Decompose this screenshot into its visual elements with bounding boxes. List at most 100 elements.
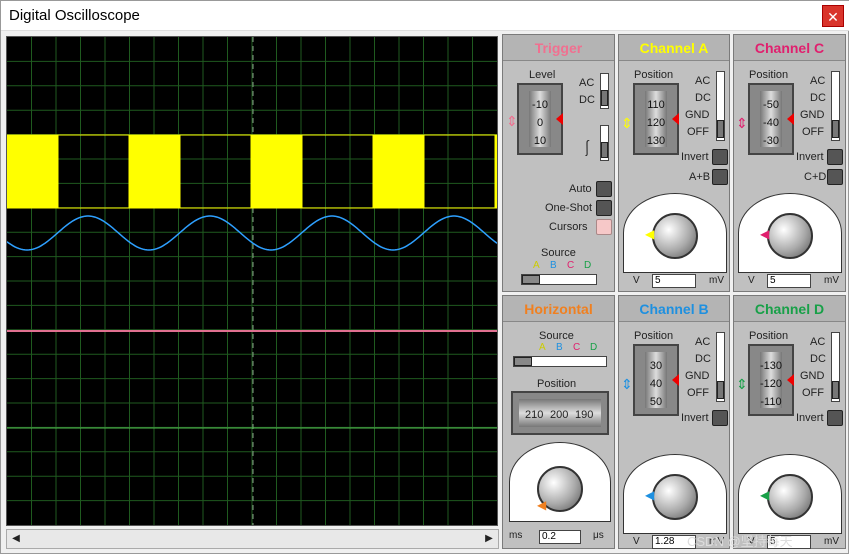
channel-b-invert-button[interactable] bbox=[712, 410, 728, 426]
horizontal-source-slider[interactable] bbox=[513, 356, 607, 367]
channel-b-marker-icon bbox=[672, 374, 679, 386]
hpos-tick: 210 bbox=[525, 409, 544, 421]
channel-a-coupling-switch[interactable] bbox=[716, 71, 725, 141]
channel-a-pos-tick: 110 bbox=[647, 99, 665, 111]
scope-grid bbox=[7, 37, 497, 525]
channel-c-combine-button[interactable] bbox=[827, 169, 843, 185]
level-tick: 10 bbox=[533, 135, 547, 147]
channel-a-header: Channel A bbox=[619, 35, 729, 61]
cursors-label: Cursors bbox=[549, 221, 588, 233]
one-shot-button[interactable] bbox=[596, 200, 612, 216]
trigger-edge-switch[interactable] bbox=[600, 125, 609, 161]
timebase-right-unit: μs bbox=[593, 530, 604, 541]
trigger-source-slider[interactable] bbox=[521, 274, 597, 285]
channel-a-position-drum[interactable]: 110 120 130 bbox=[633, 83, 679, 155]
channel-c-marker-icon bbox=[787, 113, 794, 125]
trigger-header: Trigger bbox=[503, 35, 614, 61]
channel-b-offset-arrow-icon: ⇕ bbox=[621, 376, 633, 392]
channel-b-pos-tick: 40 bbox=[649, 378, 663, 390]
channel-c-header: Channel C bbox=[734, 35, 845, 61]
channel-a-panel: Channel A Position 110 120 130 ⇕ AC DC G… bbox=[618, 34, 730, 292]
square-pulse bbox=[494, 134, 497, 209]
cursors-button[interactable] bbox=[596, 219, 612, 235]
channel-d-invert-label: Invert bbox=[796, 412, 824, 424]
hsource-b-label: B bbox=[556, 342, 563, 353]
channel-a-volts-knob[interactable] bbox=[652, 213, 698, 259]
channel-a-dc-label: DC bbox=[695, 92, 711, 104]
channel-b-coupling-switch[interactable] bbox=[716, 332, 725, 402]
hsource-d-label: D bbox=[590, 342, 598, 353]
window-title: Digital Oscilloscope bbox=[9, 7, 140, 24]
channel-d-pos-tick: -120 bbox=[760, 378, 783, 390]
channel-c-gnd-label: GND bbox=[800, 109, 825, 121]
channel-d-position-drum[interactable]: -130 -120 -110 bbox=[748, 344, 794, 416]
channel-a-combine-button[interactable] bbox=[712, 169, 728, 185]
source-a-label: A bbox=[533, 260, 540, 271]
channel-d-coupling-switch[interactable] bbox=[831, 332, 840, 402]
level-label: Level bbox=[529, 69, 556, 81]
channel-b-position-drum[interactable]: 30 40 50 bbox=[633, 344, 679, 416]
trigger-source-label: Source bbox=[541, 247, 576, 259]
channel-b-off-label: OFF bbox=[687, 387, 709, 399]
channel-d-panel: Channel D Position -130 -120 -110 ⇕ AC D… bbox=[733, 295, 846, 549]
auto-label: Auto bbox=[569, 183, 592, 195]
channel-d-position-label: Position bbox=[749, 330, 789, 342]
level-tick: 0 bbox=[536, 117, 544, 129]
channel-c-volts-knob[interactable] bbox=[767, 213, 813, 259]
close-button[interactable]: ✕ bbox=[822, 5, 844, 27]
channel-d-knob-pointer-icon: ◀ bbox=[760, 488, 770, 502]
channel-a-left-unit: V bbox=[633, 275, 640, 286]
horizontal-source-label: Source bbox=[539, 330, 574, 342]
channel-d-volts-knob[interactable] bbox=[767, 474, 813, 520]
channel-d-invert-button[interactable] bbox=[827, 410, 843, 426]
channel-c-pos-tick: -30 bbox=[763, 135, 779, 147]
square-pulse bbox=[128, 134, 181, 209]
channel-c-pos-tick: -40 bbox=[763, 117, 779, 129]
channel-c-offset-arrow-icon: ⇕ bbox=[736, 115, 748, 131]
channel-b-volts-knob[interactable] bbox=[652, 474, 698, 520]
channel-a-combine-label: A+B bbox=[689, 171, 711, 183]
channel-c-value-field[interactable]: 5 bbox=[767, 274, 811, 288]
channel-c-invert-button[interactable] bbox=[827, 149, 843, 165]
channel-b-dc-label: DC bbox=[695, 353, 711, 365]
level-tick: -10 bbox=[532, 99, 548, 111]
title-bar: Digital Oscilloscope ✕ bbox=[1, 1, 849, 31]
channel-c-panel: Channel C Position -50 -40 -30 ⇕ AC DC G… bbox=[733, 34, 846, 292]
scroll-left-icon[interactable]: ◀ bbox=[9, 532, 23, 546]
trigger-coupling-switch[interactable] bbox=[600, 73, 609, 109]
scroll-right-icon[interactable]: ▶ bbox=[482, 532, 496, 546]
channel-c-pos-tick: -50 bbox=[763, 99, 779, 111]
channel-c-off-label: OFF bbox=[802, 126, 824, 138]
channel-a-off-label: OFF bbox=[687, 126, 709, 138]
channel-c-position-drum[interactable]: -50 -40 -30 bbox=[748, 83, 794, 155]
level-drum[interactable]: -10 0 10 bbox=[517, 83, 563, 155]
horizontal-position-drum[interactable]: 210 200 190 bbox=[511, 391, 609, 435]
channel-c-knob-pointer-icon: ◀ bbox=[760, 227, 770, 241]
channel-a-invert-button[interactable] bbox=[712, 149, 728, 165]
auto-button[interactable] bbox=[596, 181, 612, 197]
channel-b-panel: Channel B Position 30 40 50 ⇕ AC DC GND … bbox=[618, 295, 730, 549]
level-marker-icon bbox=[556, 113, 563, 125]
channel-b-pos-tick: 30 bbox=[649, 360, 663, 372]
channel-a-invert-label: Invert bbox=[681, 151, 709, 163]
channel-d-gnd-label: GND bbox=[800, 370, 825, 382]
channel-c-coupling-switch[interactable] bbox=[831, 71, 840, 141]
horizontal-scrollbar[interactable]: ◀ ▶ bbox=[6, 529, 499, 549]
channel-a-pos-tick: 130 bbox=[646, 135, 666, 147]
channel-b-gnd-label: GND bbox=[685, 370, 710, 382]
channel-a-right-unit: mV bbox=[709, 275, 724, 286]
oscilloscope-window: Digital Oscilloscope ✕ ◀ ▶ Trigger Level… bbox=[0, 0, 849, 554]
channel-a-value-field[interactable]: 5 bbox=[652, 274, 696, 288]
channel-a-pos-tick: 120 bbox=[646, 117, 666, 129]
scope-display bbox=[6, 36, 498, 526]
edge-icon: ⎰ bbox=[579, 141, 596, 158]
timebase-value-field[interactable]: 0.2 bbox=[539, 530, 581, 544]
channel-a-position-label: Position bbox=[634, 69, 674, 81]
channel-a-gnd-label: GND bbox=[685, 109, 710, 121]
channel-d-offset-arrow-icon: ⇕ bbox=[736, 376, 748, 392]
channel-c-combine-label: C+D bbox=[804, 171, 827, 183]
channel-c-invert-label: Invert bbox=[796, 151, 824, 163]
channel-b-left-unit: V bbox=[633, 536, 640, 547]
channel-a-offset-arrow-icon: ⇕ bbox=[621, 115, 633, 131]
source-b-label: B bbox=[550, 260, 557, 271]
